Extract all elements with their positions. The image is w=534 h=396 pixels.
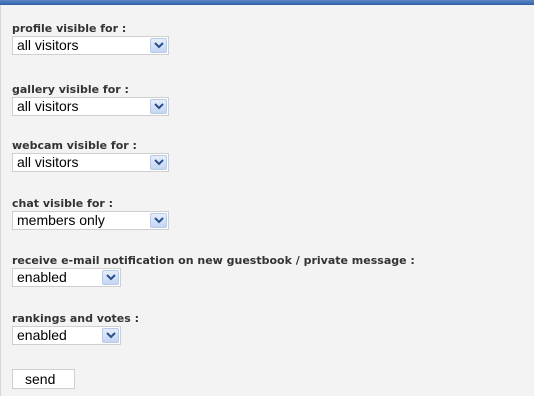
email-notification-select[interactable]: enabled	[12, 268, 121, 287]
chevron-down-icon[interactable]	[102, 270, 119, 285]
chevron-down-icon[interactable]	[150, 99, 167, 114]
gallery-visibility-label: gallery visible for :	[12, 83, 129, 96]
chat-visibility-label: chat visible for :	[12, 197, 114, 210]
gallery-visibility-value: all visitors	[17, 98, 79, 114]
chevron-down-icon[interactable]	[150, 38, 167, 53]
webcam-visibility-select[interactable]: all visitors	[12, 153, 169, 172]
gallery-visibility-field: gallery visible for : all visitors	[12, 83, 169, 116]
rankings-votes-label: rankings and votes :	[12, 312, 140, 325]
profile-visibility-label: profile visible for :	[12, 22, 127, 35]
send-button[interactable]: send	[12, 369, 75, 389]
gallery-visibility-select[interactable]: all visitors	[12, 97, 169, 116]
chevron-down-icon[interactable]	[150, 213, 167, 228]
privacy-settings-form: profile visible for : all visitors galle…	[0, 5, 534, 396]
chat-visibility-select[interactable]: members only	[12, 211, 169, 230]
profile-visibility-select[interactable]: all visitors	[12, 36, 169, 55]
rankings-votes-field: rankings and votes : enabled	[12, 312, 139, 345]
webcam-visibility-value: all visitors	[17, 154, 79, 170]
chat-visibility-value: members only	[17, 212, 105, 228]
email-notification-value: enabled	[17, 269, 67, 285]
rankings-votes-select[interactable]: enabled	[12, 326, 121, 345]
chevron-down-icon[interactable]	[102, 328, 119, 343]
email-notification-label: receive e-mail notification on new guest…	[12, 254, 415, 267]
email-notification-field: receive e-mail notification on new guest…	[12, 254, 415, 287]
webcam-visibility-label: webcam visible for :	[12, 139, 137, 152]
webcam-visibility-field: webcam visible for : all visitors	[12, 139, 169, 172]
profile-visibility-value: all visitors	[17, 37, 79, 53]
chat-visibility-field: chat visible for : members only	[12, 197, 169, 230]
profile-visibility-field: profile visible for : all visitors	[12, 22, 169, 55]
chevron-down-icon[interactable]	[150, 155, 167, 170]
rankings-votes-value: enabled	[17, 327, 67, 343]
